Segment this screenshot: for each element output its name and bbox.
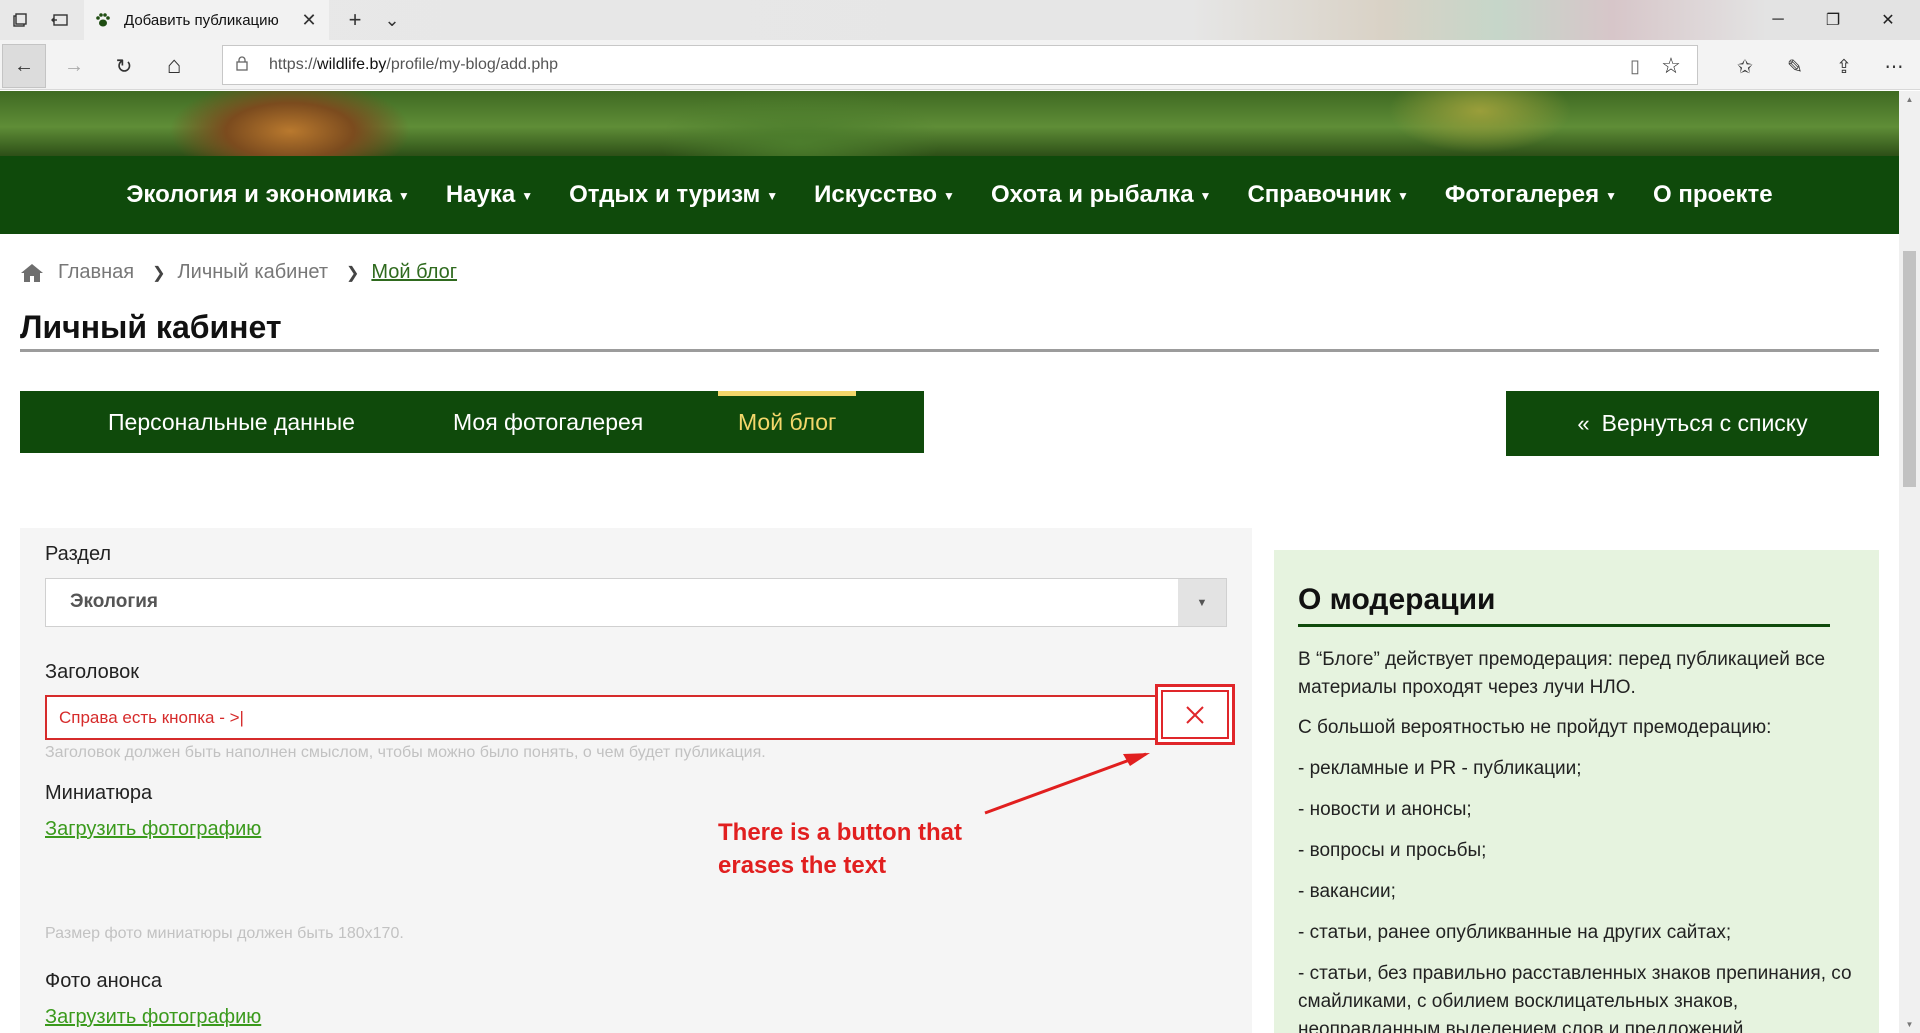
- url-field[interactable]: https://wildlife.by/profile/my-blog/add.…: [222, 45, 1698, 85]
- scrollbar-thumb[interactable]: [1903, 251, 1916, 487]
- page-viewport: Экология и экономика ▼ Наука ▼ Отдых и туриз…: [0, 91, 1899, 1033]
- lock-icon: [227, 56, 257, 74]
- new-tab-icon[interactable]: +: [335, 0, 375, 40]
- window-close-icon[interactable]: ✕: [1863, 0, 1913, 40]
- back-icon[interactable]: ←: [2, 44, 46, 88]
- sidebar-list-item: - статьи, без правильно расставленных зн…: [1298, 963, 1852, 1033]
- sidebar-title: О модерации: [1298, 583, 1496, 616]
- sidebar-list-item: - вакансии;: [1298, 881, 1396, 902]
- tab-preview-icon[interactable]: [40, 0, 80, 40]
- tab-list-icon[interactable]: ⌄: [372, 0, 412, 40]
- address-bar: ← → ↻ ⌂ https://wildlife.by/profile/my-b…: [0, 40, 1920, 90]
- annotation-text: There is a button that erases the text: [718, 819, 963, 879]
- url-text: https://wildlife.by/profile/my-blog/add.…: [269, 56, 559, 73]
- sidebar-list-item: - рекламные и PR - публикации;: [1298, 758, 1582, 779]
- notes-icon[interactable]: ✎: [1775, 52, 1815, 82]
- sidebar-title-divider: [1298, 624, 1830, 627]
- favorite-star-icon[interactable]: ☆: [1659, 53, 1683, 78]
- sidebar-list-item: - статьи, ранее опубликванные на других …: [1298, 922, 1732, 943]
- page-scrollbar[interactable]: ▲ ▼: [1899, 91, 1920, 1033]
- sidebar-list-item: - вопросы и просьбы;: [1298, 840, 1487, 861]
- refresh-icon[interactable]: ↻: [102, 44, 146, 88]
- restore-icon[interactable]: ❐: [1808, 0, 1858, 40]
- tab-close-icon[interactable]: ✕: [299, 10, 319, 30]
- moderation-sidebar: О модерации В “Блоге” действует премодер…: [1274, 550, 1879, 1033]
- more-icon[interactable]: ⋯: [1874, 52, 1914, 82]
- tab-actions-icon[interactable]: [0, 0, 40, 40]
- scroll-down-icon[interactable]: ▼: [1899, 1016, 1920, 1033]
- reading-view-icon[interactable]: ▯: [1623, 54, 1647, 78]
- sidebar-paragraph: В “Блоге” действует премодерация: перед …: [1298, 649, 1826, 698]
- browser-tab-active[interactable]: Добавить публикацию ✕: [84, 0, 329, 40]
- sidebar-list-item: - новости и анонсы;: [1298, 799, 1472, 820]
- share-icon[interactable]: ⇪: [1824, 52, 1864, 82]
- paw-icon: [94, 11, 112, 29]
- browser-tab-bar: Добавить публикацию ✕ + ⌄ ─ ❐ ✕: [0, 0, 1920, 40]
- favorites-list-icon[interactable]: ✩: [1725, 52, 1765, 82]
- tab-title: Добавить публикацию: [124, 11, 279, 29]
- forward-icon[interactable]: →: [52, 44, 96, 88]
- sidebar-paragraph: С большой вероятностью не пройдут премод…: [1298, 717, 1772, 738]
- scroll-up-icon[interactable]: ▲: [1899, 91, 1920, 108]
- minimize-icon[interactable]: ─: [1753, 0, 1803, 40]
- home-icon[interactable]: ⌂: [152, 44, 196, 88]
